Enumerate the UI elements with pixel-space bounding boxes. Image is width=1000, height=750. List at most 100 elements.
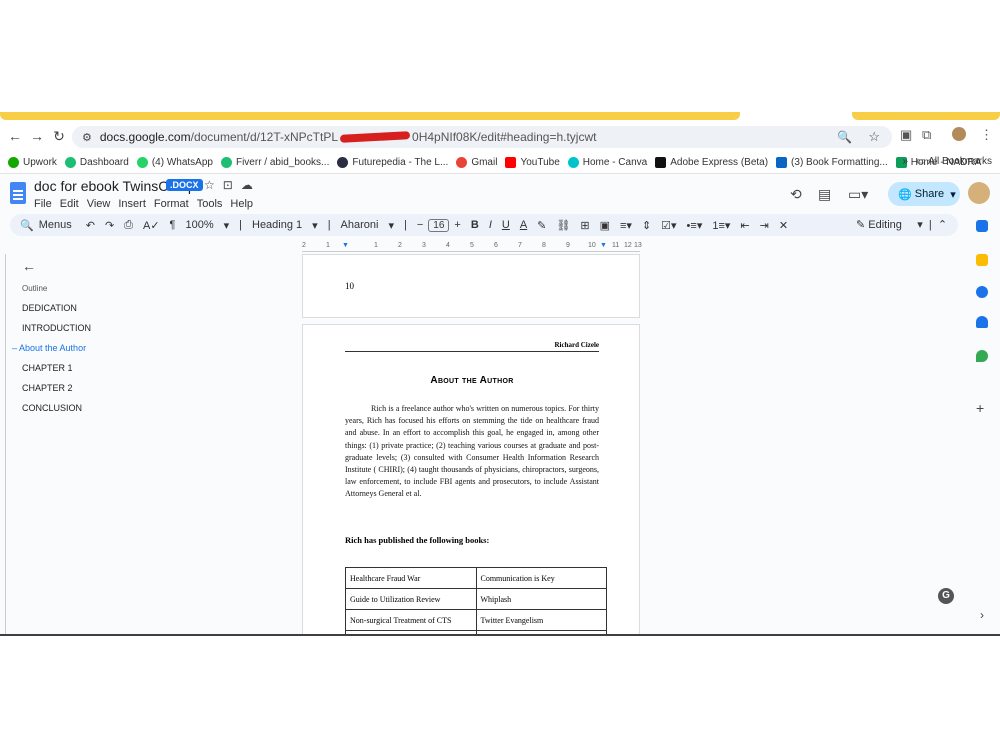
- cloud-status-icon[interactable]: ☁: [241, 178, 261, 192]
- docx-badge: .DOCX: [166, 179, 203, 191]
- image-icon[interactable]: ▣: [600, 219, 610, 232]
- menu-view[interactable]: View: [87, 198, 111, 210]
- bookmark-8[interactable]: Adobe Express (Beta): [655, 157, 768, 168]
- paint-format-icon[interactable]: ¶: [170, 219, 176, 231]
- menu-help[interactable]: Help: [230, 198, 253, 210]
- bookmark-4[interactable]: Futurepedia - The L...: [337, 157, 448, 168]
- grammarly-icon[interactable]: G: [938, 588, 954, 604]
- zoom-icon[interactable]: 🔍: [837, 130, 852, 144]
- site-info-icon[interactable]: ⚙: [82, 131, 92, 144]
- outline-item-about-the-author[interactable]: – About the Author: [12, 343, 212, 353]
- expand-panel-icon[interactable]: ›: [980, 608, 984, 622]
- style-dropdown-icon[interactable]: ▾: [312, 219, 318, 232]
- forward-icon[interactable]: →: [26, 128, 48, 144]
- puzzle-icon[interactable]: ⧉: [922, 127, 931, 143]
- bookmark-5[interactable]: Gmail: [456, 157, 497, 168]
- maps-icon[interactable]: [976, 350, 988, 362]
- extension-icon[interactable]: ▣: [900, 127, 912, 143]
- clear-format-icon[interactable]: ✕: [779, 219, 788, 232]
- menu-file[interactable]: File: [34, 198, 52, 210]
- font-dropdown-icon[interactable]: ▾: [388, 219, 394, 232]
- redo-icon[interactable]: ↷: [105, 219, 114, 232]
- tasks-icon[interactable]: [976, 286, 988, 298]
- docs-logo-icon[interactable]: [10, 182, 26, 204]
- menu-tools[interactable]: Tools: [197, 198, 223, 210]
- horizontal-ruler[interactable]: 2 1 ▼ 1 2 3 4 5 6 7 8 9 10 ▼ 11 12 13: [302, 242, 642, 252]
- bookmark-star-icon[interactable]: ☆: [868, 129, 880, 145]
- line-spacing-icon[interactable]: ⇕: [642, 219, 651, 232]
- indent-decrease-icon[interactable]: ⇤: [740, 219, 749, 232]
- underline-icon[interactable]: U: [502, 219, 510, 231]
- document-page[interactable]: 10: [302, 254, 640, 318]
- back-icon[interactable]: ←: [4, 128, 26, 144]
- bullet-list-icon[interactable]: •≡▾: [687, 219, 703, 232]
- editing-mode-select[interactable]: ✎ Editing ▾ | ⌃: [856, 214, 947, 236]
- comments-icon[interactable]: ▤: [818, 186, 831, 203]
- bookmark-3[interactable]: Fiverr / abid_books...: [220, 157, 329, 168]
- bookmark-5-icon: [456, 157, 468, 168]
- spellcheck-icon[interactable]: A✓: [143, 219, 160, 232]
- menu-format[interactable]: Format: [154, 198, 189, 210]
- move-folder-icon[interactable]: ⊡: [223, 178, 241, 192]
- text-color-icon[interactable]: A: [520, 219, 527, 231]
- font-size-input[interactable]: 16: [428, 218, 450, 232]
- comment-icon[interactable]: ⊞: [580, 219, 589, 232]
- numbered-list-icon[interactable]: 1≡▾: [712, 219, 730, 232]
- align-icon[interactable]: ≡▾: [620, 219, 632, 232]
- decrease-font-icon[interactable]: −: [417, 219, 423, 231]
- contacts-icon[interactable]: [976, 316, 988, 328]
- style-select[interactable]: Heading 1: [252, 219, 302, 231]
- bookmark-0[interactable]: Upwork: [8, 157, 57, 168]
- lock-icon: 🌐: [898, 188, 912, 201]
- highlight-icon[interactable]: ✎: [537, 219, 546, 232]
- outline-item-dedication[interactable]: DEDICATION: [22, 303, 212, 313]
- running-header: Richard Cizele: [345, 341, 599, 352]
- indent-increase-icon[interactable]: ⇥: [760, 219, 769, 232]
- outline-item-chapter-2[interactable]: CHAPTER 2: [22, 383, 212, 393]
- address-bar[interactable]: ⚙ docs.google.com /document/d/12T-xNPcTt…: [72, 126, 892, 148]
- link-icon[interactable]: ⛓: [556, 219, 570, 232]
- undo-icon[interactable]: ↶: [86, 219, 95, 232]
- table-cell: Guide to Utilization Review: [345, 588, 477, 610]
- share-button[interactable]: 🌐 Share ▾: [888, 182, 960, 206]
- menu-insert[interactable]: Insert: [118, 198, 146, 210]
- bold-icon[interactable]: B: [471, 219, 479, 231]
- divider: |: [239, 219, 242, 231]
- avatar[interactable]: [968, 182, 990, 204]
- more-bookmarks-icon[interactable]: »: [903, 156, 909, 167]
- bookmark-1[interactable]: Dashboard: [64, 157, 129, 168]
- increase-font-icon[interactable]: +: [454, 219, 460, 231]
- menus-button[interactable]: Menus: [39, 219, 72, 231]
- checklist-icon[interactable]: ☑▾: [661, 219, 676, 232]
- bookmark-7[interactable]: Home - Canva: [567, 157, 647, 168]
- zoom-dropdown-icon[interactable]: ▾: [224, 219, 230, 232]
- meet-icon[interactable]: ▭▾: [848, 186, 868, 203]
- reload-icon[interactable]: ↻: [48, 128, 70, 145]
- table-cell: Communication is Key: [475, 567, 607, 589]
- print-icon[interactable]: ⎙: [124, 219, 133, 232]
- collapse-menu-icon[interactable]: ⌃: [938, 219, 947, 231]
- history-icon[interactable]: ⟲: [790, 186, 802, 203]
- outline-item-introduction[interactable]: INTRODUCTION: [22, 323, 212, 333]
- keep-icon[interactable]: [976, 254, 988, 266]
- calendar-icon[interactable]: [976, 220, 988, 232]
- document-page[interactable]: Richard Cizele About the Author Rich is …: [302, 324, 640, 636]
- search-icon[interactable]: 🔍: [20, 219, 34, 232]
- outline-item-conclusion[interactable]: CONCLUSION: [22, 403, 212, 413]
- vertical-ruler[interactable]: [0, 254, 6, 636]
- outline-item-chapter-1[interactable]: CHAPTER 1: [22, 363, 212, 373]
- top-blank-area: [0, 0, 1000, 112]
- add-addon-icon[interactable]: +: [976, 400, 984, 416]
- close-outline-icon[interactable]: ←: [22, 258, 212, 274]
- italic-icon[interactable]: I: [489, 219, 492, 231]
- kebab-menu-icon[interactable]: ⋮: [980, 127, 993, 143]
- star-icon[interactable]: ☆: [204, 178, 223, 192]
- zoom-select[interactable]: 100%: [185, 219, 213, 231]
- bookmark-2[interactable]: (4) WhatsApp: [136, 157, 213, 168]
- menu-edit[interactable]: Edit: [60, 198, 79, 210]
- bookmark-6[interactable]: YouTube: [505, 157, 560, 168]
- profile-avatar[interactable]: [952, 127, 966, 141]
- all-bookmarks[interactable]: » ▭ All Bookmarks: [903, 156, 992, 167]
- bookmark-9[interactable]: (3) Book Formatting...: [776, 157, 888, 168]
- font-select[interactable]: Aharoni: [341, 219, 379, 231]
